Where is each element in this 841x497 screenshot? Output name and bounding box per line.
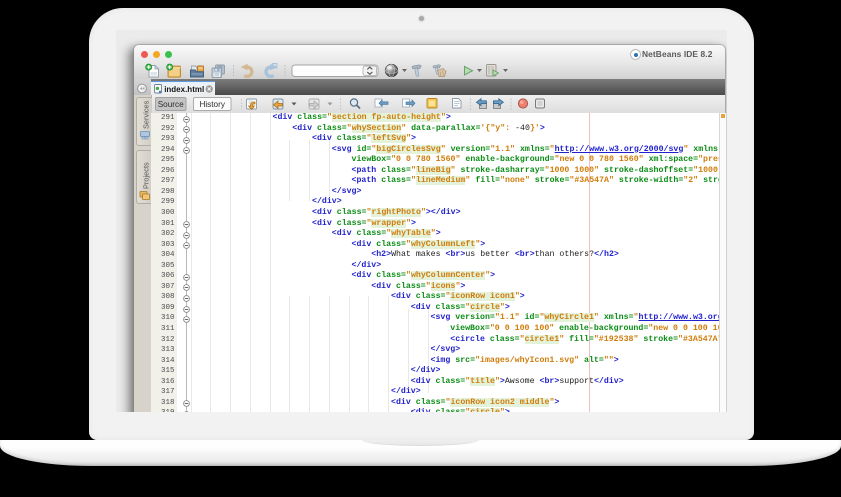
- svg-text:History: History: [199, 100, 225, 109]
- svg-text:Source: Source: [158, 100, 184, 109]
- svg-text:Services: Services: [141, 100, 150, 129]
- svg-text:Projects: Projects: [141, 162, 150, 189]
- svg-text:index.html: index.html: [164, 85, 204, 94]
